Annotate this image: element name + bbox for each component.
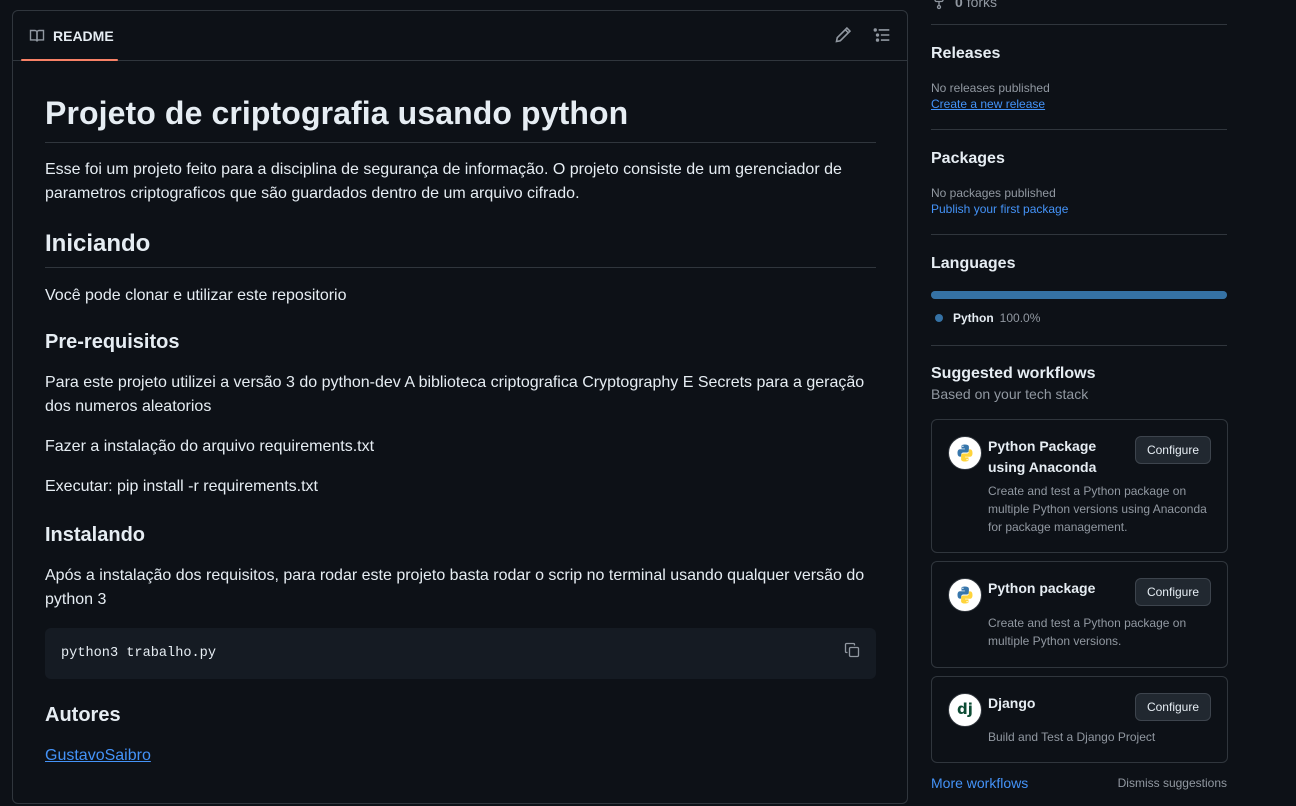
language-bar-python[interactable]: [931, 291, 1227, 299]
copy-icon[interactable]: [844, 642, 860, 658]
code-block: python3 trabalho.py: [45, 627, 876, 679]
workflow-card-django: dj Django Configure Build and Test a Dja…: [931, 676, 1228, 763]
heading-autores: Autores: [45, 703, 121, 726]
workflow-card-desc: Create and test a Python package on mult…: [988, 616, 1187, 648]
python-logo-icon: [948, 436, 982, 470]
packages-section: Packages No packages published Publish y…: [931, 130, 1227, 235]
pencil-icon[interactable]: [834, 26, 852, 44]
fork-icon: [934, 0, 944, 10]
create-release-link[interactable]: Create a new release: [931, 97, 1227, 111]
workflow-card-anaconda: Python Package using Anaconda Configure …: [931, 419, 1228, 553]
paragraph-iniciando: Você pode clonar e utilizar este reposit…: [45, 286, 347, 304]
paragraph-prereq-1: Para este projeto utilizei a versão 3 do…: [45, 373, 865, 415]
workflow-card-desc: Build and Test a Django Project: [988, 730, 1156, 744]
repo-sidebar: 0 forks Releases No releases published C…: [931, 0, 1228, 791]
readme-panel: README Projeto de criptografia usando py…: [12, 10, 908, 804]
configure-button[interactable]: Configure: [1134, 578, 1211, 606]
languages-heading: Languages: [931, 255, 1016, 272]
releases-empty-text: No releases published: [931, 81, 1050, 95]
paragraph-prereq-2: Fazer a instalação do arquivo requiremen…: [45, 437, 375, 455]
heading-prerequisitos: Pre-requisitos: [45, 330, 180, 353]
more-workflows-link[interactable]: More workflows: [931, 775, 1028, 791]
workflow-card-title: Django: [988, 695, 1036, 711]
paragraph-prereq-3: Executar: pip install -r requirements.tx…: [45, 477, 318, 495]
workflow-card-title: Python package: [988, 580, 1096, 596]
releases-heading[interactable]: Releases: [931, 45, 1227, 63]
languages-section: Languages Python 100.0%: [931, 235, 1227, 346]
heading-iniciando: Iniciando: [45, 230, 876, 268]
releases-section: Releases No releases published Create a …: [931, 25, 1227, 130]
book-icon: [29, 29, 45, 42]
authors-paragraph: GustavoSaibro: [45, 744, 876, 768]
configure-button[interactable]: Configure: [1134, 436, 1211, 464]
workflow-card-python-package: Python package Configure Create and test…: [931, 561, 1228, 668]
python-logo-icon: [948, 578, 982, 612]
forks-section: 0 forks: [931, 0, 1227, 25]
configure-button[interactable]: Configure: [1134, 693, 1211, 721]
packages-heading[interactable]: Packages: [931, 150, 1227, 168]
readme-header: README: [13, 11, 907, 61]
readme-title: Projeto de criptografia usando python: [45, 61, 876, 143]
django-logo-icon: dj: [948, 693, 982, 727]
workflow-card-title: Python Package using Anaconda: [988, 438, 1097, 475]
author-link[interactable]: GustavoSaibro: [45, 747, 151, 764]
workflows-heading: Suggested workflows: [931, 365, 1096, 382]
heading-instalando: Instalando: [45, 523, 146, 546]
workflow-card-desc: Create and test a Python package on mult…: [988, 484, 1207, 534]
readme-body: Projeto de criptografia usando python Es…: [13, 61, 907, 768]
language-bar-track: [931, 291, 1227, 299]
code-text: python3 trabalho.py: [61, 645, 216, 661]
paragraph-instalando: Após a instalação dos requisitos, para r…: [45, 566, 865, 608]
workflows-section: Suggested workflows Based on your tech s…: [931, 346, 1228, 791]
intro-paragraph: Esse foi um projeto feito para a discipl…: [45, 160, 842, 202]
language-name: Python: [953, 311, 994, 325]
packages-empty-text: No packages published: [931, 186, 1056, 200]
forks-label: forks: [966, 0, 998, 10]
dismiss-suggestions-button[interactable]: Dismiss suggestions: [1118, 776, 1227, 790]
workflows-footer: More workflows Dismiss suggestions: [931, 775, 1227, 791]
forks-count: 0: [955, 0, 963, 10]
workflows-subtitle: Based on your tech stack: [931, 386, 1089, 402]
readme-tab[interactable]: README: [21, 11, 118, 61]
forks-link[interactable]: 0 forks: [931, 0, 1227, 24]
language-percent: 100.0%: [999, 311, 1041, 325]
outline-list-icon[interactable]: [873, 26, 891, 44]
language-item-python[interactable]: Python 100.0%: [931, 311, 1227, 325]
python-color-dot: [935, 314, 943, 322]
publish-package-link[interactable]: Publish your first package: [931, 202, 1227, 216]
readme-tab-label: README: [53, 27, 114, 44]
